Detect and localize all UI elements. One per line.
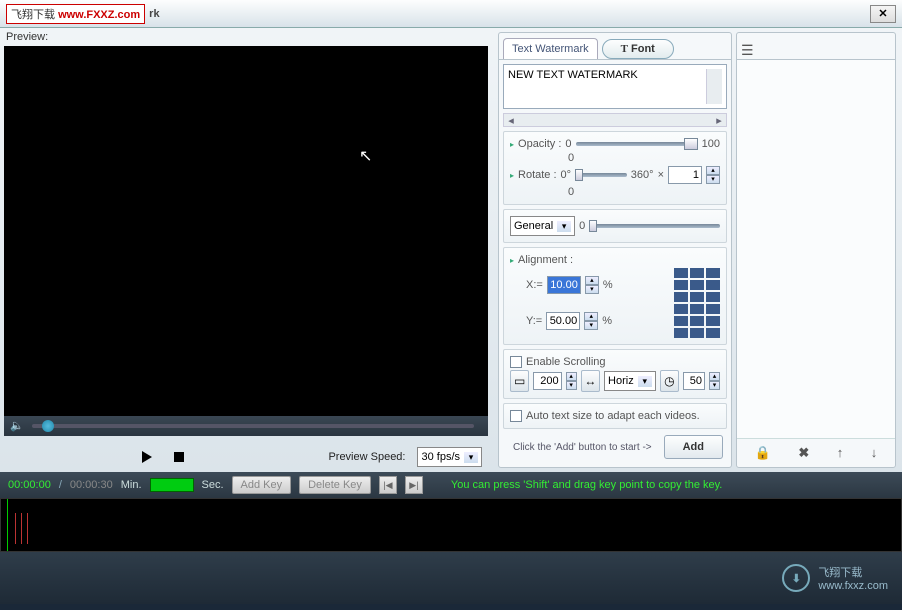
general-select[interactable]: General▾ xyxy=(510,216,575,236)
add-key-button[interactable]: Add Key xyxy=(232,476,292,494)
lock-layer-button[interactable]: 🔒 xyxy=(755,445,771,461)
min-indicator[interactable] xyxy=(150,478,194,492)
watermark-text-input[interactable]: NEW TEXT WATERMARK xyxy=(503,64,727,109)
cursor-icon: ↖ xyxy=(359,146,372,166)
opacity-slider[interactable] xyxy=(576,142,698,146)
layers-icon: ☰ xyxy=(741,42,754,59)
volume-bar: 🔈 xyxy=(4,416,488,436)
alignment-label: Alignment : xyxy=(518,254,573,266)
autosize-checkbox[interactable] xyxy=(510,410,522,422)
rotate-slider[interactable] xyxy=(575,173,627,177)
autosize-label: Auto text size to adapt each videos. xyxy=(526,410,700,422)
window-title-fragment: rk xyxy=(149,8,159,20)
preview-speed-label: Preview Speed: xyxy=(328,451,405,463)
direction-icon[interactable]: ↔ xyxy=(581,370,600,392)
opacity-label: Opacity : xyxy=(518,138,561,150)
scrollbar-horizontal[interactable]: ◂▸ xyxy=(503,113,727,127)
prev-key-button[interactable]: |◀ xyxy=(379,476,397,494)
align-y-input[interactable]: 50.00 xyxy=(546,312,580,330)
layers-list[interactable] xyxy=(737,59,895,438)
move-down-button[interactable]: ↓ xyxy=(871,445,878,461)
alignment-grid-1[interactable] xyxy=(674,268,720,302)
timeline-toolbar: 00:00:00 / 00:00:30 Min. Sec. Add Key De… xyxy=(0,472,902,498)
timeline-track[interactable] xyxy=(0,498,902,552)
enable-scrolling-checkbox[interactable] xyxy=(510,356,522,368)
brand-icon: ⬇ xyxy=(782,564,810,592)
rotate-value: 0 xyxy=(568,186,574,198)
settings-panel: Text Watermark T Font NEW TEXT WATERMARK… xyxy=(498,32,732,468)
next-key-button[interactable]: ▶| xyxy=(405,476,423,494)
delete-layer-button[interactable]: ✖ xyxy=(798,445,809,461)
align-y-spinner[interactable]: ▴▾ xyxy=(584,312,598,330)
timeline-hint: You can press 'Shift' and drag key point… xyxy=(451,479,722,491)
preview-label: Preview: xyxy=(0,28,492,46)
scroll-width-input[interactable]: 200 xyxy=(533,372,561,390)
titlebar: 飞翔下载 www.FXXZ.com rk ✕ xyxy=(0,0,902,28)
rotate-spinner[interactable]: ▴▾ xyxy=(706,166,720,184)
add-hint: Click the 'Add' button to start -> xyxy=(507,437,658,458)
preview-speed-select[interactable]: 30 fps/s▾ xyxy=(417,447,482,467)
brand: ⬇ 飞翔下载 www.fxxz.com xyxy=(782,564,888,592)
scroll-direction-select[interactable]: Horiz▾ xyxy=(604,371,656,391)
add-button[interactable]: Add xyxy=(664,435,723,459)
scroll-time-input[interactable]: 50 xyxy=(683,372,705,390)
play-button[interactable] xyxy=(137,449,157,465)
chevron-down-icon: ▾ xyxy=(464,452,478,463)
volume-slider[interactable] xyxy=(32,424,474,428)
timecode-duration: 00:00:30 xyxy=(70,479,113,491)
ruler-icon[interactable]: ▭ xyxy=(510,370,529,392)
align-x-spinner[interactable]: ▴▾ xyxy=(585,276,599,294)
scrollbar-vertical[interactable] xyxy=(706,69,722,104)
delete-key-button[interactable]: Delete Key xyxy=(299,476,371,494)
general-slider[interactable] xyxy=(589,224,720,228)
timecode-current: 00:00:00 xyxy=(8,479,51,491)
font-button[interactable]: T Font xyxy=(602,39,674,59)
opacity-value: 0 xyxy=(568,152,574,164)
move-up-button[interactable]: ↑ xyxy=(837,445,844,461)
source-logo: 飞翔下载 www.FXXZ.com xyxy=(6,4,145,24)
rotate-label: Rotate : xyxy=(518,169,557,181)
alignment-grid-2[interactable] xyxy=(674,304,720,338)
bottom-bar: ⬇ 飞翔下载 www.fxxz.com xyxy=(0,552,902,604)
volume-icon[interactable]: 🔈 xyxy=(10,419,24,433)
layers-panel: ☰ 🔒 ✖ ↑ ↓ xyxy=(736,32,896,468)
close-button[interactable]: ✕ xyxy=(870,5,896,23)
enable-scrolling-label: Enable Scrolling xyxy=(526,356,606,368)
video-preview: ↖ xyxy=(4,46,488,416)
align-x-input[interactable]: 10.00 xyxy=(547,276,581,294)
stop-button[interactable] xyxy=(169,449,189,465)
tab-text-watermark[interactable]: Text Watermark xyxy=(503,38,598,59)
clock-icon[interactable]: ◷ xyxy=(660,370,679,392)
rotate-multiplier-input[interactable]: 1 xyxy=(668,166,702,184)
